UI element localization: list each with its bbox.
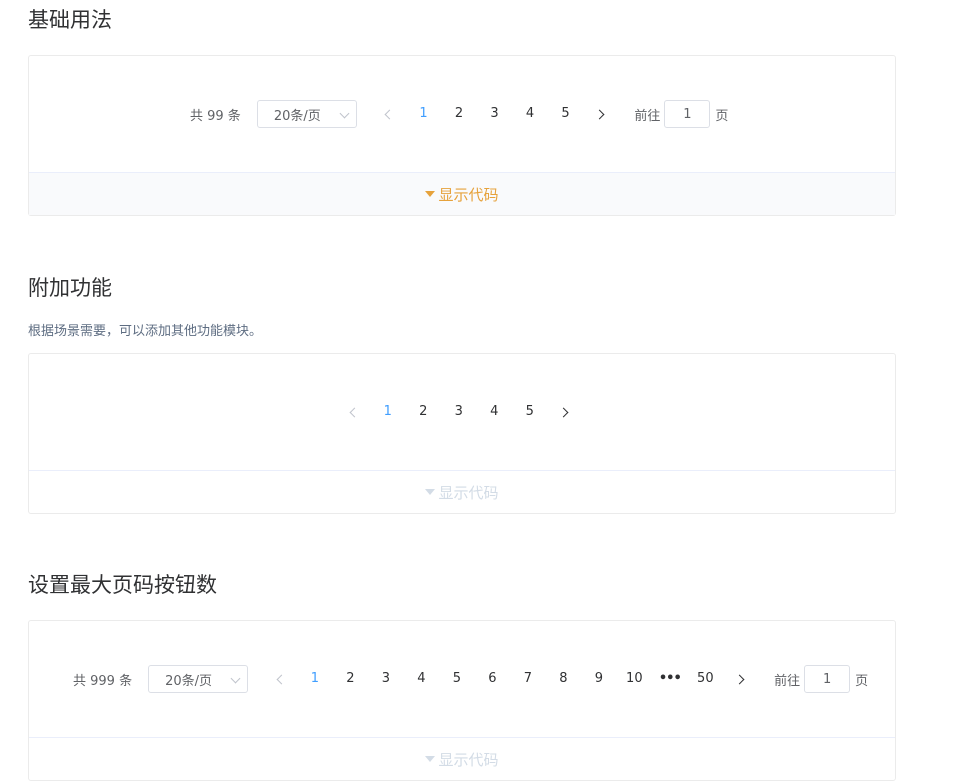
page-number[interactable]: 1 (297, 665, 333, 693)
page-number[interactable]: 1 (370, 398, 406, 426)
chevron-down-icon (339, 108, 350, 119)
caret-down-icon (425, 756, 436, 762)
prev-page-button[interactable] (371, 100, 406, 128)
goto-page-input[interactable] (664, 100, 711, 128)
chevron-right-icon (594, 109, 605, 119)
next-page-button[interactable] (583, 100, 618, 128)
page-number[interactable]: 3 (477, 100, 513, 128)
pagination-extra: 1 2 3 4 5 (335, 398, 583, 426)
page-number[interactable]: 2 (406, 398, 442, 426)
page-number[interactable]: 2 (441, 100, 477, 128)
show-code-label: 显示代码 (438, 750, 499, 769)
page-number[interactable]: 9 (581, 665, 617, 693)
total-count: 共 999 条 (73, 673, 133, 689)
demo-source: 共 999 条 20条/页 1 2 3 4 5 6 7 8 9 10 ••• 5… (29, 621, 895, 737)
goto-page: 前往 页 (774, 665, 868, 693)
page-number[interactable]: 5 (512, 398, 548, 426)
chevron-down-icon (230, 673, 241, 684)
demo-block-max-pager: 共 999 条 20条/页 1 2 3 4 5 6 7 8 9 10 ••• 5… (28, 620, 896, 781)
section-description: 根据场景需要，可以添加其他功能模块。 (28, 324, 263, 339)
next-page-button[interactable] (723, 665, 758, 693)
more-pages-icon[interactable]: ••• (652, 665, 688, 693)
page-number[interactable]: 5 (548, 100, 584, 128)
caret-down-icon (425, 489, 436, 495)
total-count: 共 99 条 (190, 108, 241, 124)
page-number[interactable]: 6 (475, 665, 511, 693)
goto-label: 前往 (774, 673, 801, 689)
page-number[interactable]: 2 (333, 665, 369, 693)
page-unit-label: 页 (715, 108, 729, 124)
page-number[interactable]: 50 (688, 665, 724, 693)
demo-source: 共 99 条 20条/页 1 2 3 4 5 前往 1 页 (29, 56, 895, 172)
goto-page: 前往 页 (634, 100, 728, 128)
pager-list: 1 2 3 4 5 (370, 398, 548, 426)
docs-page: 基础用法 共 99 条 20条/页 1 2 3 4 5 前往 1 页 显示代码 … (0, 0, 970, 783)
chevron-left-icon (276, 674, 287, 684)
goto-label: 前往 (634, 108, 661, 124)
page-size-select[interactable]: 20条/页 (148, 665, 249, 693)
page-number[interactable]: 1 (406, 100, 442, 128)
page-size-value: 20条/页 (273, 108, 321, 124)
page-number[interactable]: 4 (477, 398, 513, 426)
page-size-value: 20条/页 (165, 673, 213, 689)
section-title-extra: 附加功能 (28, 276, 112, 300)
chevron-left-icon (384, 109, 395, 119)
demo-block-basic: 共 99 条 20条/页 1 2 3 4 5 前往 1 页 显示代码 (28, 55, 896, 216)
page-unit-label: 页 (855, 673, 869, 689)
pager-list: 1 2 3 4 5 6 7 8 9 10 ••• 50 (297, 665, 723, 693)
demo-source: 1 2 3 4 5 (29, 354, 895, 470)
chevron-right-icon (734, 674, 745, 684)
next-page-button[interactable] (548, 398, 583, 426)
page-number[interactable]: 7 (510, 665, 546, 693)
chevron-left-icon (349, 407, 359, 417)
page-number[interactable]: 10 (617, 665, 653, 693)
caret-down-icon (425, 191, 436, 197)
show-code-button[interactable]: 显示代码 (29, 737, 895, 780)
pager-list: 1 2 3 4 5 (406, 100, 584, 128)
show-code-label: 显示代码 (438, 185, 499, 204)
show-code-button[interactable]: 显示代码 (29, 172, 895, 215)
demo-block-extra: 1 2 3 4 5 显示代码 (28, 353, 896, 514)
page-number[interactable]: 8 (546, 665, 582, 693)
prev-page-button[interactable] (262, 665, 297, 693)
pagination-max-pager: 共 999 条 20条/页 1 2 3 4 5 6 7 8 9 10 ••• 5… (73, 665, 868, 693)
prev-page-button[interactable] (335, 398, 370, 426)
section-title-max-pager: 设置最大页码按钮数 (28, 573, 217, 597)
page-size-select[interactable]: 20条/页 (256, 100, 357, 128)
section-title-basic: 基础用法 (28, 8, 112, 32)
show-code-button[interactable]: 显示代码 (29, 470, 895, 513)
page-number[interactable]: 5 (439, 665, 475, 693)
show-code-label: 显示代码 (438, 483, 499, 502)
page-number[interactable]: 3 (368, 665, 404, 693)
page-number[interactable]: 4 (404, 665, 440, 693)
goto-page-input[interactable] (804, 665, 851, 693)
chevron-right-icon (558, 407, 569, 417)
page-number[interactable]: 3 (441, 398, 477, 426)
pagination-basic: 共 99 条 20条/页 1 2 3 4 5 前往 1 页 (190, 100, 728, 128)
page-number[interactable]: 4 (512, 100, 548, 128)
